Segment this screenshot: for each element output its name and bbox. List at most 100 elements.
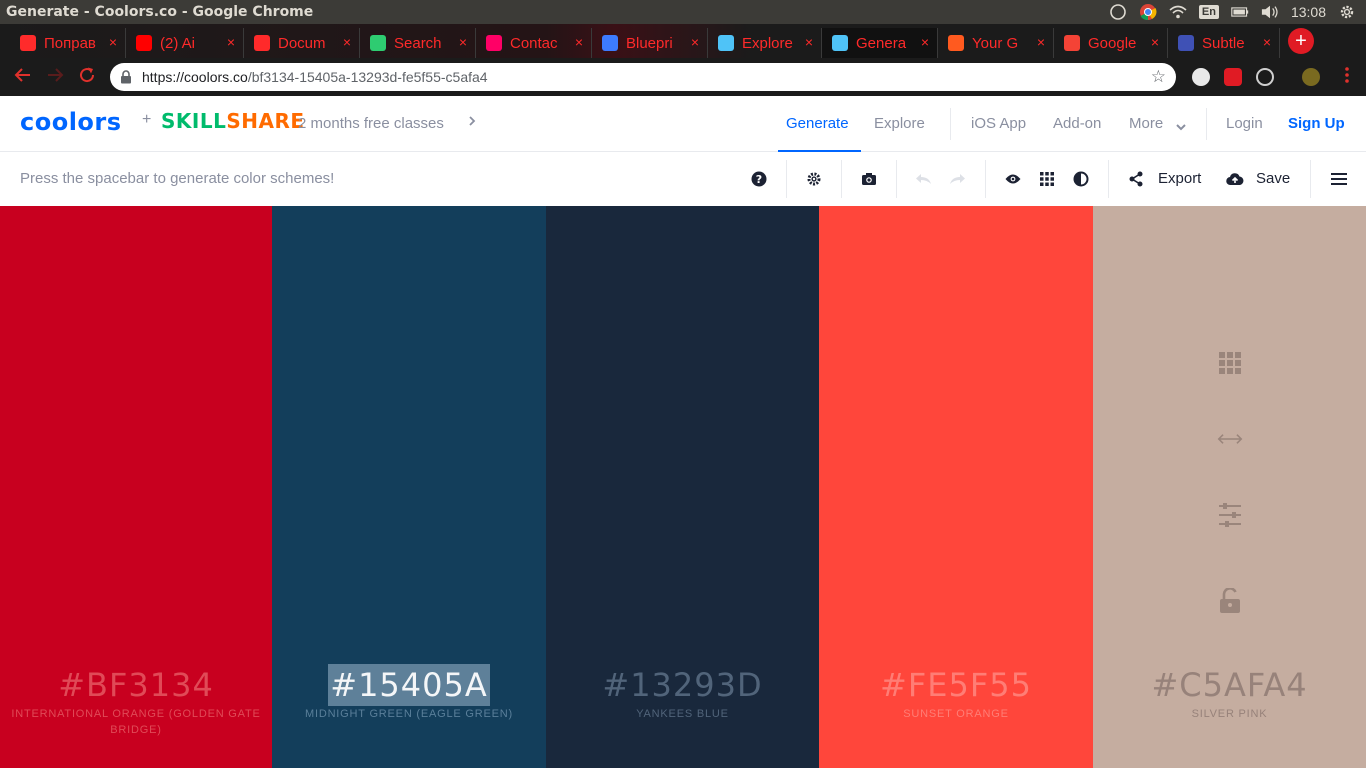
- drag-grid-icon[interactable]: [1217, 350, 1243, 376]
- new-tab-button[interactable]: +: [1288, 28, 1314, 54]
- save-button[interactable]: Save: [1256, 170, 1290, 187]
- tab-favicon-icon: [136, 35, 152, 51]
- battery-icon[interactable]: [1231, 3, 1249, 21]
- address-bar[interactable]: https://coolors.co/bf3134-15405a-13293d-…: [110, 63, 1176, 91]
- browser-tab[interactable]: Contac ×: [476, 28, 592, 58]
- chrome-icon[interactable]: [1139, 3, 1157, 21]
- tab-favicon-icon: [832, 35, 848, 51]
- site-header: coolors + SKILLSHARE 2 months free class…: [0, 96, 1366, 152]
- keyboard-layout-indicator[interactable]: En: [1198, 5, 1219, 19]
- tab-close-icon[interactable]: ×: [921, 34, 929, 50]
- browser-tab[interactable]: Genera ×: [822, 28, 938, 58]
- unlock-icon[interactable]: [1217, 588, 1243, 614]
- tab-favicon-icon: [486, 35, 502, 51]
- undo-icon[interactable]: [915, 170, 933, 188]
- clock[interactable]: 13:08: [1291, 4, 1326, 20]
- color-swatch[interactable]: #FE5F55 SUNSET ORANGE: [819, 206, 1093, 768]
- tab-favicon-icon: [602, 35, 618, 51]
- tab-close-icon[interactable]: ×: [1151, 34, 1159, 50]
- color-swatch[interactable]: #13293D YANKEES BLUE: [546, 206, 819, 768]
- hex-code[interactable]: #BF3134: [56, 664, 216, 706]
- settings-gear-icon[interactable]: [805, 170, 823, 188]
- browser-tab[interactable]: Bluepri ×: [592, 28, 708, 58]
- browser-tab[interactable]: Search ×: [360, 28, 476, 58]
- hex-code[interactable]: #15405A: [328, 664, 490, 706]
- color-name: YANKEES BLUE: [636, 708, 729, 720]
- nav-signup[interactable]: Sign Up: [1288, 115, 1345, 132]
- skillshare-logo-part-b: SHARE: [226, 109, 305, 133]
- tab-favicon-icon: [254, 35, 270, 51]
- browser-tab[interactable]: Explore ×: [708, 28, 822, 58]
- tab-close-icon[interactable]: ×: [1263, 34, 1271, 50]
- nav-generate[interactable]: Generate: [786, 115, 849, 132]
- hex-code[interactable]: #13293D: [600, 664, 764, 706]
- profile-avatar[interactable]: [1302, 68, 1320, 86]
- browser-tab[interactable]: Поправ ×: [10, 28, 126, 58]
- tab-title: Explore: [742, 34, 793, 52]
- color-swatch[interactable]: #BF3134 INTERNATIONAL ORANGE (GOLDEN GATE…: [0, 206, 272, 768]
- toolbar-divider: [985, 160, 986, 198]
- redo-icon[interactable]: [948, 170, 966, 188]
- nav-ios-app[interactable]: iOS App: [971, 115, 1026, 132]
- browser-tab[interactable]: Your G ×: [938, 28, 1054, 58]
- tab-close-icon[interactable]: ×: [805, 34, 813, 50]
- tab-close-icon[interactable]: ×: [343, 34, 351, 50]
- toolbar-divider: [841, 160, 842, 198]
- nav-login[interactable]: Login: [1226, 115, 1263, 132]
- tab-close-icon[interactable]: ×: [109, 34, 117, 50]
- hex-code[interactable]: #C5AFA4: [1149, 664, 1309, 706]
- browser-tab[interactable]: Docum ×: [244, 28, 360, 58]
- help-icon[interactable]: ?: [750, 170, 768, 188]
- chevron-right-icon[interactable]: [468, 114, 476, 130]
- grid-view-icon[interactable]: [1038, 170, 1056, 188]
- color-palette: #BF3134 INTERNATIONAL ORANGE (GOLDEN GATE…: [0, 206, 1366, 768]
- hex-code-wrapper: #C5AFA4: [1093, 666, 1366, 704]
- tab-close-icon[interactable]: ×: [691, 34, 699, 50]
- tab-close-icon[interactable]: ×: [459, 34, 467, 50]
- share-icon[interactable]: [1127, 170, 1145, 188]
- camera-icon[interactable]: [860, 170, 878, 188]
- nav-more[interactable]: More: [1129, 115, 1163, 132]
- sync-icon[interactable]: [1109, 3, 1127, 21]
- browser-tab[interactable]: (2) Ai ×: [126, 28, 244, 58]
- promo-link[interactable]: 2 months free classes: [298, 115, 444, 132]
- contrast-icon[interactable]: [1072, 170, 1090, 188]
- color-swatch[interactable]: #15405A MIDNIGHT GREEN (EAGLE GREEN): [272, 206, 546, 768]
- extension-target-icon[interactable]: [1256, 68, 1274, 86]
- back-arrow-icon[interactable]: [12, 66, 34, 88]
- cloud-upload-icon[interactable]: [1226, 170, 1244, 188]
- skillshare-logo[interactable]: SKILLSHARE: [161, 109, 305, 133]
- tab-title: (2) Ai: [160, 34, 196, 52]
- forward-arrow-icon[interactable]: [44, 66, 66, 88]
- tab-favicon-icon: [948, 35, 964, 51]
- power-gear-icon[interactable]: [1338, 3, 1356, 21]
- adjust-sliders-icon[interactable]: [1217, 502, 1243, 528]
- eye-icon[interactable]: [1004, 170, 1022, 188]
- bookmark-star-icon[interactable]: ☆: [1151, 67, 1166, 87]
- color-swatch[interactable]: #C5AFA4 SILVER PINK: [1093, 206, 1366, 768]
- volume-icon[interactable]: [1261, 3, 1279, 21]
- tab-close-icon[interactable]: ×: [575, 34, 583, 50]
- tab-close-icon[interactable]: ×: [227, 34, 235, 50]
- hex-code-wrapper: #FE5F55: [819, 666, 1093, 704]
- tab-favicon-icon: [1064, 35, 1080, 51]
- browser-menu-icon[interactable]: [1336, 66, 1358, 88]
- extension-lastpass-icon[interactable]: [1224, 68, 1242, 86]
- nav-add-on[interactable]: Add-on: [1053, 115, 1101, 132]
- nav-explore[interactable]: Explore: [874, 115, 925, 132]
- browser-tab[interactable]: Subtle ×: [1168, 28, 1280, 58]
- wifi-icon[interactable]: [1169, 3, 1187, 21]
- lock-icon: [121, 70, 131, 84]
- toolbar-divider: [1310, 160, 1311, 198]
- reload-icon[interactable]: [76, 66, 98, 88]
- browser-tab[interactable]: Google ×: [1054, 28, 1168, 58]
- resize-arrows-icon[interactable]: [1217, 426, 1243, 452]
- coolors-logo[interactable]: coolors: [20, 108, 122, 136]
- hamburger-menu-icon[interactable]: [1330, 170, 1348, 188]
- extension-globe-icon[interactable]: [1192, 68, 1210, 86]
- tab-close-icon[interactable]: ×: [1037, 34, 1045, 50]
- export-button[interactable]: Export: [1158, 170, 1201, 187]
- browser-toolbar: https://coolors.co/bf3134-15405a-13293d-…: [0, 58, 1366, 96]
- hex-code[interactable]: #FE5F55: [878, 664, 1034, 706]
- chevron-down-icon[interactable]: [1175, 118, 1187, 135]
